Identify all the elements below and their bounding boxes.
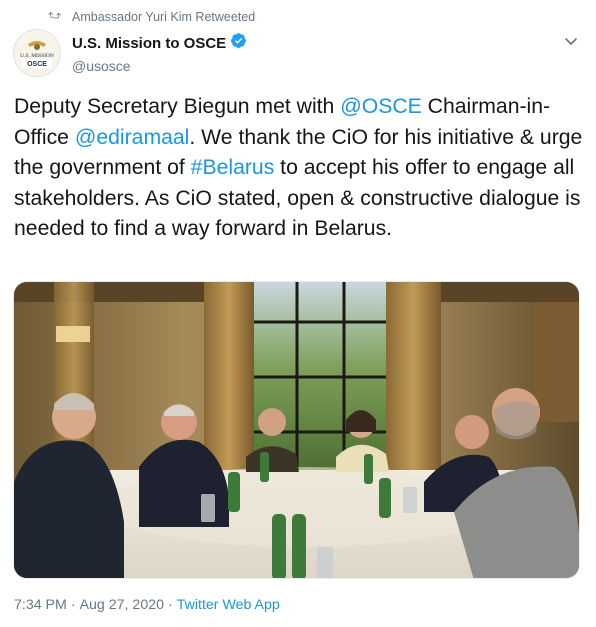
avatar-text-bottom: OSCE (27, 61, 47, 68)
tweet-meta: 7:34 PM · Aug 27, 2020 · Twitter Web App (14, 597, 280, 613)
author-block[interactable]: U.S. Mission to OSCE @usosce (72, 32, 247, 74)
tweet-time[interactable]: 7:34 PM (14, 597, 67, 613)
display-name[interactable]: U.S. Mission to OSCE (72, 35, 226, 52)
mention-ediramaal-link[interactable]: @ediramaal (75, 126, 190, 149)
meta-separator: · (168, 597, 173, 613)
hashtag-belarus-link[interactable]: #Belarus (191, 156, 275, 179)
verified-badge-icon (230, 32, 247, 54)
tweet-photo[interactable] (13, 281, 580, 579)
retweet-icon (48, 9, 62, 26)
tweet-source-link[interactable]: Twitter Web App (177, 597, 280, 613)
tweet-text: Deputy Secretary Biegun met with @OSCE C… (14, 92, 584, 245)
meta-separator: · (70, 597, 76, 613)
chevron-down-icon[interactable] (563, 33, 579, 49)
avatar-text-top: U.S. MISSION (20, 53, 54, 59)
tweet-date[interactable]: Aug 27, 2020 (80, 597, 164, 613)
handle[interactable]: @usosce (72, 58, 247, 74)
avatar[interactable]: U.S. MISSION OSCE (13, 29, 61, 77)
retweet-label[interactable]: Ambassador Yuri Kim Retweeted (72, 10, 255, 24)
tweet-text-segment: Deputy Secretary Biegun met with (14, 95, 341, 118)
mention-osce-link[interactable]: @OSCE (340, 95, 422, 118)
retweet-context[interactable]: Ambassador Yuri Kim Retweeted (48, 8, 255, 26)
